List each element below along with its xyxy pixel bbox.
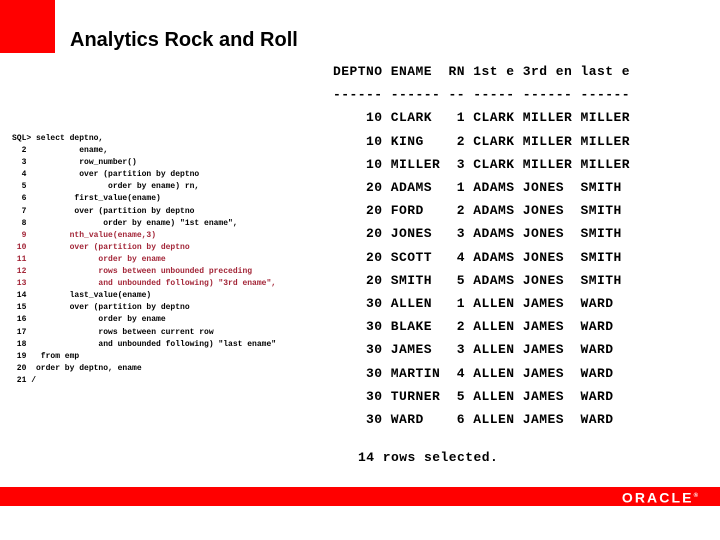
sql-code-segment-highlight: 9 nth_value(ename,3) 10 over (partition … <box>16 230 277 289</box>
brand-corner-square <box>0 0 55 53</box>
page-title: Analytics Rock and Roll <box>70 29 298 51</box>
sql-code-segment-black-top: SQL> select deptno, 2 ename, 3 row_numbe… <box>12 134 238 228</box>
oracle-logo-text: ORACLE <box>621 489 694 506</box>
rows-selected-status: 14 rows selected. <box>358 450 499 465</box>
sql-code-segment-black-bottom: 14 last_value(ename) 15 over (partition … <box>16 291 277 385</box>
registered-mark-icon: ® <box>693 493 698 499</box>
oracle-logo: ORACLE® <box>622 488 698 507</box>
footer-brand-bar: ORACLE® <box>0 487 720 506</box>
query-result-output: DEPTNO ENAME RN 1st e 3rd en last e ----… <box>333 64 631 428</box>
sql-code-block: SQL> select deptno, 2 ename, 3 row_numbe… <box>12 133 276 387</box>
